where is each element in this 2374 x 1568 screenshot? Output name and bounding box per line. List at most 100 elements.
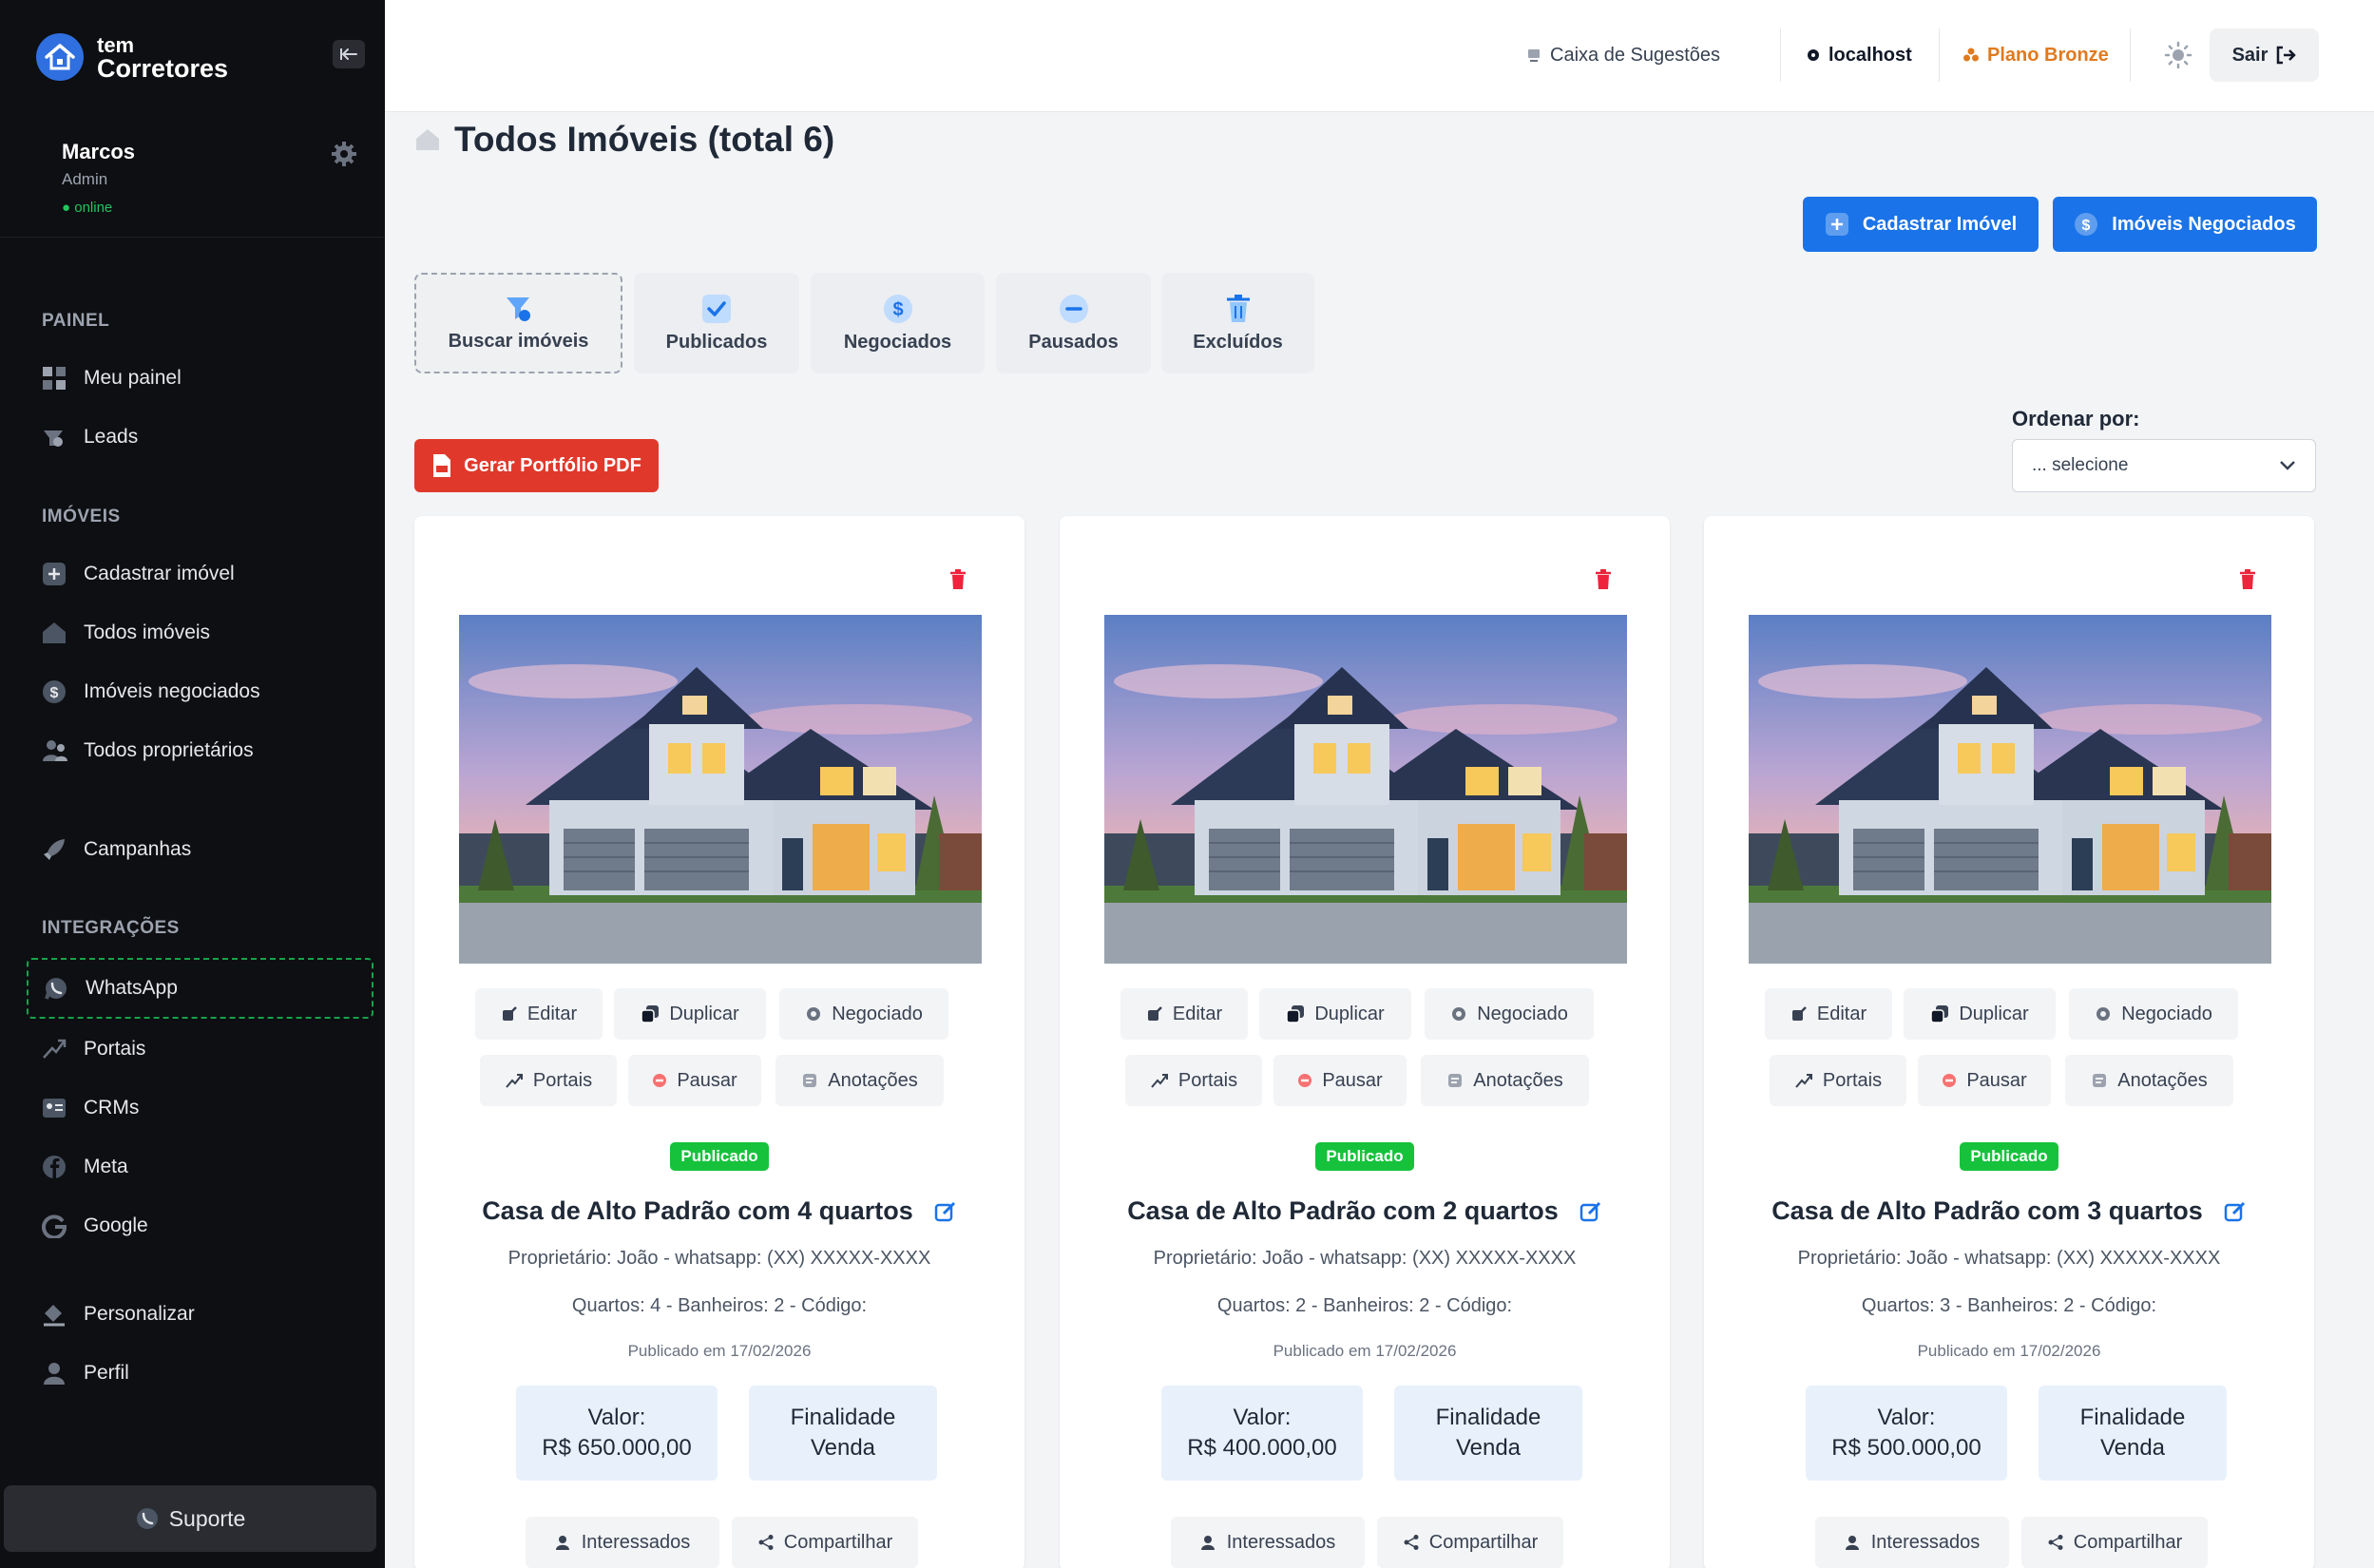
pause-button[interactable]: Pausar bbox=[1918, 1055, 2051, 1106]
portals-button[interactable]: Portais bbox=[480, 1055, 617, 1106]
button-label: Duplicar bbox=[669, 1003, 739, 1024]
sidebar-item-label: Personalizar bbox=[84, 1303, 195, 1325]
house-logo-icon bbox=[36, 33, 84, 81]
suggestions-link[interactable]: Caixa de Sugestões bbox=[1525, 36, 1720, 74]
value-amount: R$ 500.000,00 bbox=[1831, 1435, 1982, 1461]
edit-button[interactable]: Editar bbox=[475, 988, 603, 1040]
duplicate-button[interactable]: Duplicar bbox=[614, 988, 766, 1040]
sidebar-item-leads[interactable]: Leads bbox=[27, 412, 373, 462]
support-button[interactable]: Suporte bbox=[4, 1485, 376, 1552]
share-button[interactable]: Compartilhar bbox=[732, 1517, 918, 1568]
sidebar-item-cadastrar-imovel[interactable]: Cadastrar imóvel bbox=[27, 549, 373, 599]
property-title: Casa de Alto Padrão com 3 quartos bbox=[1704, 1196, 2314, 1226]
imoveis-negociados-button[interactable]: $ Imóveis Negociados bbox=[2053, 197, 2317, 252]
property-value-box: Valor: R$ 500.000,00 bbox=[1806, 1386, 2007, 1481]
share-button[interactable]: Compartilhar bbox=[2021, 1517, 2208, 1568]
tab-publicados[interactable]: Publicados bbox=[634, 273, 799, 373]
cadastrar-imovel-button[interactable]: Cadastrar Imóvel bbox=[1803, 197, 2039, 252]
edit-button[interactable]: Editar bbox=[1765, 988, 1892, 1040]
svg-text:$: $ bbox=[2082, 218, 2091, 234]
tab-negociados[interactable]: $ Negociados bbox=[811, 273, 985, 373]
gear-icon[interactable] bbox=[330, 140, 358, 168]
button-label: Compartilhar bbox=[2073, 1531, 2183, 1553]
button-label: Negociado bbox=[1477, 1003, 1568, 1024]
sidebar-item-personalizar[interactable]: Personalizar bbox=[27, 1290, 373, 1339]
tab-pausados[interactable]: Pausados bbox=[996, 273, 1151, 373]
property-photo[interactable] bbox=[459, 615, 982, 964]
portals-button[interactable]: Portais bbox=[1125, 1055, 1262, 1106]
gerar-portfolio-pdf-button[interactable]: Gerar Portfólio PDF bbox=[414, 439, 659, 492]
notes-button[interactable]: Anotações bbox=[2065, 1055, 2233, 1106]
sidebar-item-portais[interactable]: Portais bbox=[27, 1024, 373, 1074]
edit-title-icon[interactable] bbox=[934, 1200, 957, 1223]
edit-title-icon[interactable] bbox=[2224, 1200, 2247, 1223]
purpose-label: Finalidade bbox=[1435, 1405, 1541, 1430]
edit-button[interactable]: Editar bbox=[1120, 988, 1248, 1040]
property-photo-frame[interactable] bbox=[1104, 615, 1627, 964]
share-button[interactable]: Compartilhar bbox=[1377, 1517, 1563, 1568]
value-amount: R$ 650.000,00 bbox=[542, 1435, 692, 1461]
duplicate-button[interactable]: Duplicar bbox=[1259, 988, 1411, 1040]
notes-button[interactable]: Anotações bbox=[1421, 1055, 1589, 1106]
value-label: Valor: bbox=[587, 1405, 646, 1430]
property-photo-frame[interactable] bbox=[1749, 615, 2271, 964]
theme-toggle[interactable] bbox=[2164, 36, 2192, 74]
tab-buscar-imoveis[interactable]: Buscar imóveis bbox=[414, 273, 622, 373]
brand[interactable]: tem Corretores bbox=[36, 29, 228, 86]
button-label: Interessados bbox=[1870, 1531, 1981, 1553]
logout-button[interactable]: Sair bbox=[2210, 29, 2319, 82]
button-label: Imóveis Negociados bbox=[2112, 213, 2296, 235]
logout-icon bbox=[2275, 46, 2297, 65]
trash-icon[interactable] bbox=[949, 569, 967, 590]
tab-label: Negociados bbox=[843, 331, 952, 353]
home-icon bbox=[27, 621, 84, 645]
sidebar-item-meta[interactable]: Meta bbox=[27, 1142, 373, 1192]
pause-button[interactable]: Pausar bbox=[1273, 1055, 1407, 1106]
button-label: Editar bbox=[526, 1003, 578, 1024]
order-select[interactable]: ... selecione bbox=[2012, 439, 2316, 492]
share-nodes-icon bbox=[2047, 1534, 2064, 1551]
sidebar-item-whatsapp[interactable]: WhatsApp bbox=[27, 958, 373, 1019]
interested-button[interactable]: Interessados bbox=[1815, 1517, 2009, 1568]
edit-icon bbox=[1146, 1005, 1163, 1023]
property-photo-frame[interactable] bbox=[459, 615, 982, 964]
interested-button[interactable]: Interessados bbox=[1171, 1517, 1365, 1568]
negotiated-button[interactable]: Negociado bbox=[779, 988, 948, 1040]
id-card-icon bbox=[27, 1098, 84, 1119]
edit-title-icon[interactable] bbox=[1579, 1200, 1602, 1223]
plan-link[interactable]: Plano Bronze bbox=[1962, 36, 2109, 74]
sidebar-item-todos-imoveis[interactable]: Todos imóveis bbox=[27, 608, 373, 658]
property-photo[interactable] bbox=[1749, 615, 2271, 964]
collapse-sidebar-button[interactable] bbox=[333, 40, 365, 68]
tab-excluidos[interactable]: Excluídos bbox=[1161, 273, 1314, 373]
trash-icon[interactable] bbox=[1595, 569, 1612, 590]
sidebar-item-meu-painel[interactable]: Meu painel bbox=[27, 354, 373, 403]
duplicate-button[interactable]: Duplicar bbox=[1904, 988, 2056, 1040]
pause-icon bbox=[652, 1073, 667, 1088]
duplicate-icon bbox=[1930, 1004, 1949, 1023]
negotiated-button[interactable]: Negociado bbox=[2069, 988, 2238, 1040]
button-label: Negociado bbox=[2121, 1003, 2212, 1024]
sidebar-item-imoveis-negociados[interactable]: $ Imóveis negociados bbox=[27, 667, 373, 717]
pause-button[interactable]: Pausar bbox=[628, 1055, 761, 1106]
portals-button[interactable]: Portais bbox=[1770, 1055, 1906, 1106]
share-icon bbox=[1150, 1072, 1169, 1089]
property-photo[interactable] bbox=[1104, 615, 1627, 964]
negotiated-button[interactable]: Negociado bbox=[1425, 988, 1594, 1040]
sidebar-item-crms[interactable]: CRMs bbox=[27, 1083, 373, 1133]
sidebar-item-label: Imóveis negociados bbox=[84, 680, 260, 702]
sidebar-item-campanhas[interactable]: Campanhas bbox=[27, 825, 373, 874]
whatsapp-icon bbox=[135, 1506, 160, 1531]
notes-button[interactable]: Anotações bbox=[775, 1055, 944, 1106]
interested-button[interactable]: Interessados bbox=[526, 1517, 719, 1568]
notes-icon bbox=[801, 1072, 818, 1089]
logout-label: Sair bbox=[2231, 44, 2269, 66]
user-panel: Marcos Admin ● online bbox=[0, 119, 385, 238]
plus-square-icon bbox=[1825, 212, 1849, 237]
users-icon bbox=[27, 738, 84, 763]
trash-icon[interactable] bbox=[2239, 569, 2256, 590]
sidebar-item-todos-proprietarios[interactable]: Todos proprietários bbox=[27, 726, 373, 775]
sidebar-item-google[interactable]: Google bbox=[27, 1201, 373, 1251]
sidebar-item-perfil[interactable]: Perfil bbox=[27, 1348, 373, 1398]
order-select-value: ... selecione bbox=[2032, 455, 2129, 475]
